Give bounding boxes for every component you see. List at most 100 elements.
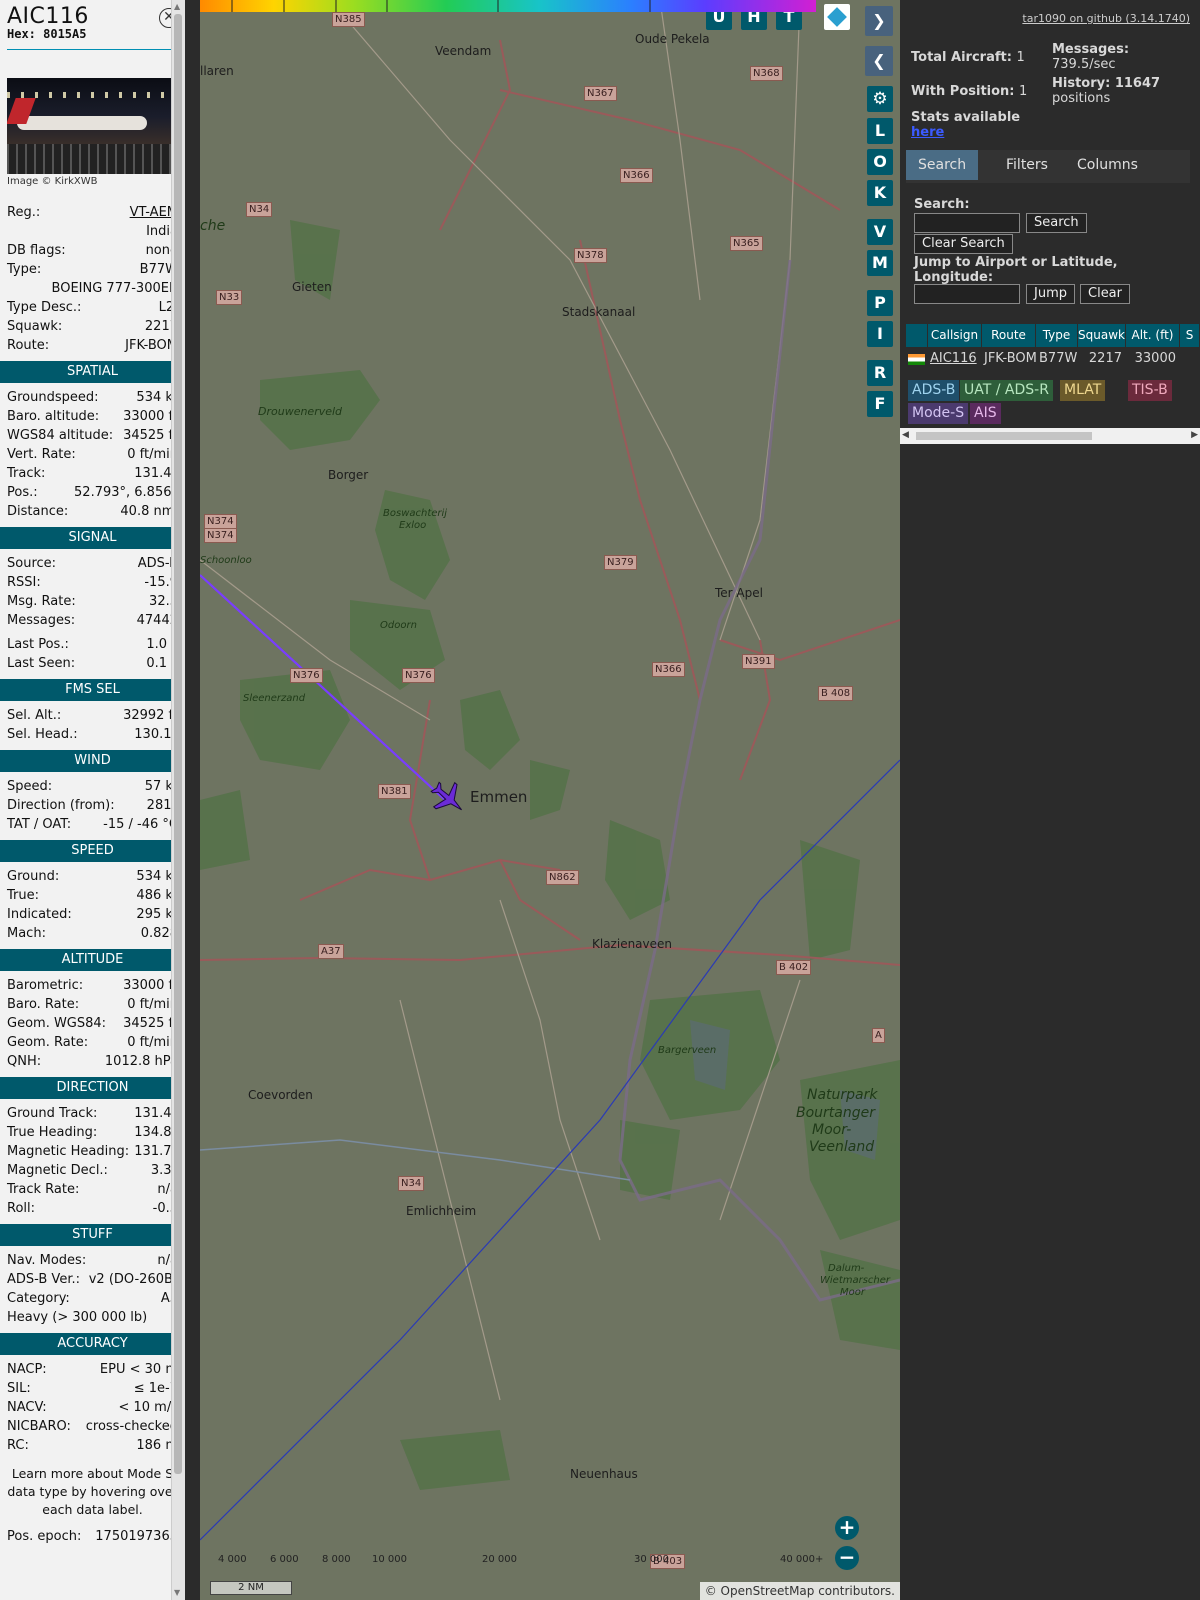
- section-fms[interactable]: FMS SEL: [0, 679, 185, 701]
- map-button-l[interactable]: L: [867, 118, 893, 144]
- section-accuracy[interactable]: ACCURACY: [0, 1333, 185, 1355]
- info-label[interactable]: Geom. WGS84:: [7, 1014, 106, 1033]
- tab-columns[interactable]: Columns: [1065, 150, 1150, 180]
- search-input[interactable]: [914, 213, 1020, 233]
- scroll-down-icon[interactable]: ▼: [174, 1588, 180, 1597]
- info-label[interactable]: Magnetic Heading:: [7, 1142, 129, 1161]
- zoom-in-button[interactable]: +: [835, 1516, 859, 1540]
- info-label[interactable]: Baro. Rate:: [7, 995, 79, 1014]
- info-label[interactable]: DB flags:: [7, 241, 66, 260]
- info-scrollbar[interactable]: ▲ ▼: [171, 0, 185, 1600]
- clear-search-button[interactable]: Clear Search: [914, 234, 1013, 254]
- source-badge-tis-b[interactable]: TIS-B: [1128, 380, 1172, 401]
- section-spatial[interactable]: SPATIAL: [0, 361, 185, 383]
- info-label[interactable]: RSSI:: [7, 573, 41, 592]
- row-altitude[interactable]: 33000: [1126, 348, 1176, 370]
- section-signal[interactable]: SIGNAL: [0, 527, 185, 549]
- info-label[interactable]: Msg. Rate:: [7, 592, 76, 611]
- info-label[interactable]: Mach:: [7, 924, 46, 943]
- map-button-o[interactable]: O: [867, 149, 893, 175]
- info-label[interactable]: Baro. altitude:: [7, 407, 99, 426]
- info-label[interactable]: Barometric:: [7, 976, 83, 995]
- info-label[interactable]: Type Desc.:: [7, 298, 81, 317]
- row-squawk[interactable]: 2217: [1078, 348, 1122, 370]
- map-button-p[interactable]: P: [867, 290, 893, 316]
- info-label[interactable]: Roll:: [7, 1199, 35, 1218]
- section-wind[interactable]: WIND: [0, 750, 185, 772]
- info-label[interactable]: Type:: [7, 260, 41, 279]
- layers-button[interactable]: [824, 4, 850, 30]
- info-label[interactable]: Track Rate:: [7, 1180, 79, 1199]
- column-header-flag[interactable]: [906, 324, 928, 347]
- section-stuff[interactable]: STUFF: [0, 1224, 185, 1246]
- scroll-thumb[interactable]: [174, 14, 182, 1474]
- info-label[interactable]: Last Pos.:: [7, 635, 69, 654]
- settings-gear-icon[interactable]: ⚙: [867, 86, 893, 112]
- info-label[interactable]: QNH:: [7, 1052, 41, 1071]
- clear-button[interactable]: Clear: [1080, 284, 1130, 304]
- map-button-i[interactable]: I: [867, 321, 893, 347]
- github-link[interactable]: tar1090 on github (3.14.1740): [1022, 12, 1190, 25]
- info-label[interactable]: Messages:: [7, 611, 75, 630]
- info-label[interactable]: Pos.:: [7, 483, 38, 502]
- map-button-v[interactable]: V: [867, 219, 893, 245]
- info-label[interactable]: SIL:: [7, 1379, 31, 1398]
- info-label[interactable]: WGS84 altitude:: [7, 426, 113, 445]
- column-header-squawk[interactable]: Squawk: [1078, 324, 1126, 347]
- row-route[interactable]: JFK-BOM: [984, 348, 1037, 370]
- row-callsign[interactable]: AIC116: [930, 348, 977, 370]
- map-attribution[interactable]: © OpenStreetMap contributors.: [699, 1582, 900, 1600]
- info-label[interactable]: True:: [7, 886, 39, 905]
- info-label[interactable]: TAT / OAT:: [7, 815, 71, 834]
- source-badge-ads-b[interactable]: ADS-B: [908, 380, 960, 401]
- map-button-f[interactable]: F: [867, 391, 893, 417]
- map-canvas[interactable]: [200, 0, 900, 1600]
- zoom-out-button[interactable]: −: [835, 1546, 859, 1570]
- info-label[interactable]: Distance:: [7, 502, 68, 521]
- info-label[interactable]: Route:: [7, 336, 49, 355]
- info-label[interactable]: Ground:: [7, 867, 59, 886]
- info-label[interactable]: Direction (from):: [7, 796, 115, 815]
- info-label[interactable]: RC:: [7, 1436, 29, 1455]
- info-label[interactable]: Category:: [7, 1289, 70, 1308]
- info-label[interactable]: Sel. Alt.:: [7, 706, 61, 725]
- info-label[interactable]: Track:: [7, 464, 45, 483]
- info-label[interactable]: ADS-B Ver.:: [7, 1270, 80, 1289]
- column-header-route[interactable]: Route: [982, 324, 1036, 347]
- column-header-altitude[interactable]: Alt. (ft): [1126, 324, 1180, 347]
- info-label[interactable]: Groundspeed:: [7, 388, 98, 407]
- section-altitude[interactable]: ALTITUDE: [0, 949, 185, 971]
- chevron-right-icon[interactable]: ❯: [865, 6, 893, 36]
- info-label[interactable]: Nav. Modes:: [7, 1251, 86, 1270]
- jump-button[interactable]: Jump: [1026, 284, 1075, 304]
- info-label[interactable]: NACV:: [7, 1398, 47, 1417]
- info-label[interactable]: NICBARO:: [7, 1417, 71, 1436]
- info-label[interactable]: Squawk:: [7, 317, 62, 336]
- column-header-type[interactable]: Type: [1036, 324, 1078, 347]
- info-label[interactable]: Ground Track:: [7, 1104, 97, 1123]
- info-label[interactable]: Geom. Rate:: [7, 1033, 88, 1052]
- map-button-r[interactable]: R: [867, 360, 893, 386]
- hscroll-thumb[interactable]: [916, 432, 1092, 440]
- tab-filters[interactable]: Filters: [994, 150, 1060, 180]
- section-direction[interactable]: DIRECTION: [0, 1077, 185, 1099]
- info-label[interactable]: Reg.:: [7, 203, 40, 222]
- info-label[interactable]: NACP:: [7, 1360, 47, 1379]
- info-label[interactable]: Magnetic Decl.:: [7, 1161, 108, 1180]
- info-label[interactable]: Vert. Rate:: [7, 445, 76, 464]
- search-button[interactable]: Search: [1026, 213, 1087, 233]
- info-label[interactable]: Indicated:: [7, 905, 72, 924]
- aircraft-photo[interactable]: [7, 78, 178, 174]
- jump-input[interactable]: [914, 284, 1020, 304]
- info-label[interactable]: True Heading:: [7, 1123, 97, 1142]
- info-label[interactable]: Last Seen:: [7, 654, 75, 673]
- source-badge-mode-s[interactable]: Mode-S: [908, 403, 969, 424]
- chevron-left-icon[interactable]: ❮: [865, 46, 893, 76]
- map-button-k[interactable]: K: [867, 180, 893, 206]
- map-view[interactable]: Veendam Oude Pekela Gieten Stadskanaal Borge…: [200, 0, 900, 1600]
- info-label[interactable]: Speed:: [7, 777, 52, 796]
- table-horizontal-scrollbar[interactable]: ◀ ▶: [900, 428, 1200, 444]
- tab-search[interactable]: Search: [906, 150, 979, 180]
- info-label[interactable]: Sel. Head.:: [7, 725, 78, 744]
- section-speed[interactable]: SPEED: [0, 840, 185, 862]
